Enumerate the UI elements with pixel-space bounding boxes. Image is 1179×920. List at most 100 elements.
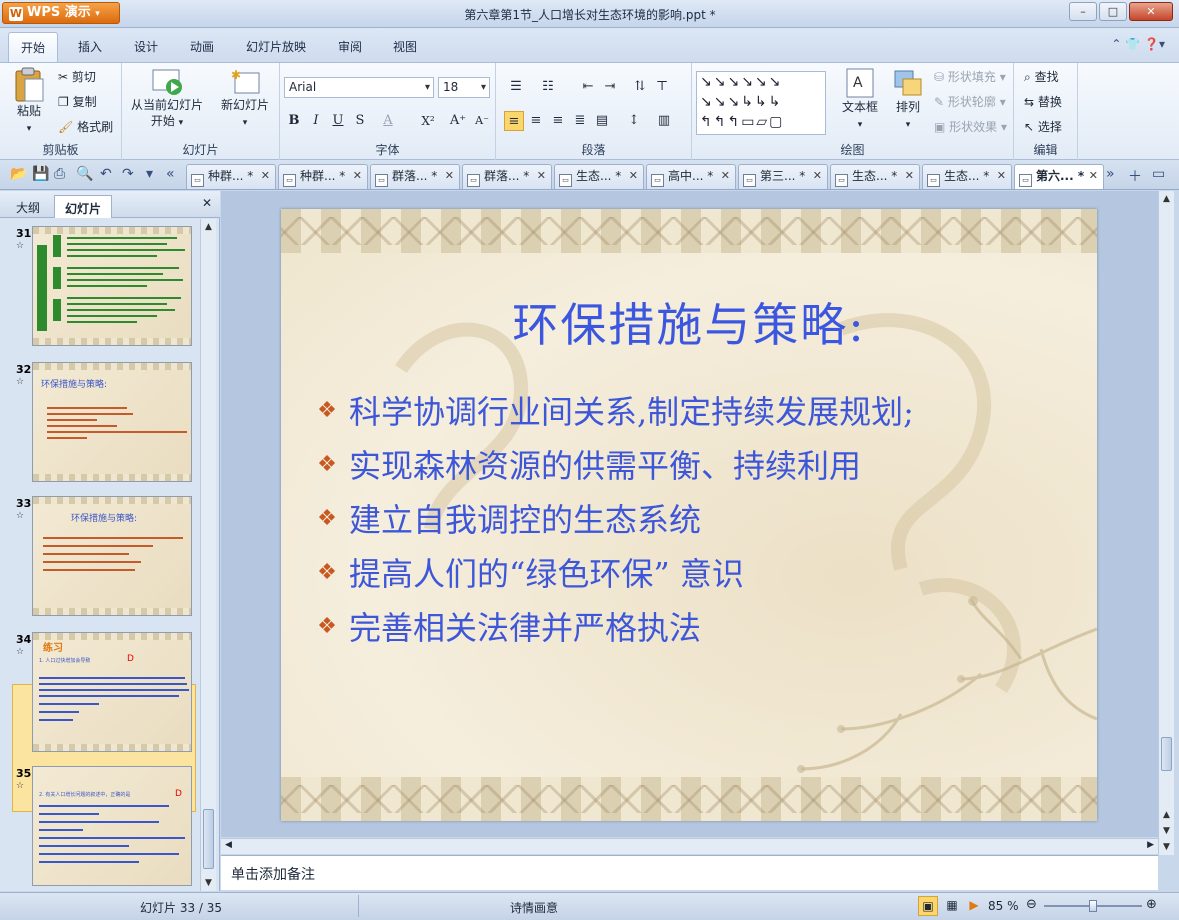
close-pane-icon[interactable]: ✕ (202, 196, 212, 210)
line-spacing-button[interactable]: ↕ (624, 111, 644, 131)
new-tab-icon[interactable]: ＋ (1128, 166, 1142, 186)
zoom-slider-thumb[interactable] (1089, 900, 1097, 912)
numbering-button[interactable]: ☷ (538, 77, 558, 97)
doc-tab[interactable]: ▭ 第三... * ✕ (738, 164, 828, 189)
slide-horizontal-scrollbar[interactable]: ◀ ▶ (221, 838, 1158, 854)
format-painter-button[interactable]: 🖌 格式刷 (58, 117, 113, 137)
close-tab-icon[interactable]: ✕ (721, 165, 730, 187)
close-tab-icon[interactable]: ✕ (537, 165, 546, 187)
slideshow-button[interactable]: ▶ (964, 896, 984, 916)
justify-button[interactable]: ≣ (570, 111, 590, 131)
notes-area[interactable]: 单击添加备注 (221, 855, 1158, 890)
font-color-button[interactable]: A (378, 111, 398, 131)
tab-outline[interactable]: 大纲 (6, 195, 50, 218)
slide-thumbnail[interactable]: 2. 有关人口增长问题的叙述中，正确的是 D (32, 766, 192, 886)
ribbon-help-icons[interactable]: ⌃ 👕 ❓▾ (1111, 37, 1165, 51)
select-button[interactable]: ↖ 选择 (1024, 117, 1062, 137)
copy-button[interactable]: ❐ 复制 (58, 92, 97, 112)
shadow-button[interactable]: S (350, 111, 370, 131)
grow-font-button[interactable]: A⁺ (448, 111, 468, 131)
minimize-button[interactable]: – (1069, 2, 1097, 21)
align-right-button[interactable]: ≡ (548, 111, 568, 131)
shape-outline-button[interactable]: ✎ 形状轮廓 ▾ (934, 92, 1006, 112)
slide-title[interactable]: 环保措施与策略: (281, 289, 1097, 355)
bullets-button[interactable]: ☰ (506, 77, 526, 97)
doc-tab[interactable]: ▭ 群落... * ✕ (462, 164, 552, 189)
replace-button[interactable]: ⇆ 替换 (1024, 92, 1062, 112)
tab-list-icon[interactable]: ▭ (1152, 166, 1165, 182)
slide-thumbnail-selected[interactable]: 环保措施与策略: (32, 496, 192, 616)
text-direction-button[interactable]: ⇅ (630, 77, 650, 97)
zoom-slider[interactable] (1044, 900, 1142, 912)
close-tab-icon[interactable]: ✕ (445, 165, 454, 187)
close-tab-icon[interactable]: ✕ (997, 165, 1006, 187)
doc-tab[interactable]: ▭ 群落... * ✕ (370, 164, 460, 189)
decrease-indent-button[interactable]: ⇤ (578, 77, 598, 97)
tab-insert[interactable]: 插入 (78, 38, 102, 55)
scroll-right-icon[interactable]: ▶ (1147, 840, 1154, 850)
distribute-button[interactable]: ▤ (592, 111, 612, 131)
underline-button[interactable]: U (328, 111, 348, 131)
shape-fill-button[interactable]: ⛁ 形状填充 ▾ (934, 67, 1006, 87)
undo-icon[interactable]: ↶ (100, 166, 112, 182)
tab-animation[interactable]: 动画 (190, 38, 214, 55)
shape-effect-button[interactable]: ▣ 形状效果 ▾ (934, 117, 1007, 137)
textbox-button[interactable]: A 文本框 ▾ (834, 67, 886, 133)
doc-tab-active[interactable]: ▭ 第六... * ✕ (1014, 164, 1104, 189)
tab-slides[interactable]: 幻灯片 (54, 195, 113, 218)
customize-icon[interactable]: ▾ (146, 166, 153, 182)
save-icon[interactable]: 💾 (32, 166, 49, 182)
close-tab-icon[interactable]: ✕ (905, 165, 914, 187)
tabs-right-icon[interactable]: » (1106, 166, 1115, 182)
font-name-select[interactable]: Arial (284, 77, 434, 98)
font-size-select[interactable]: 18 (438, 77, 490, 98)
slides-pane-scrollbar[interactable]: ▲ ▼ (200, 219, 216, 891)
zoom-out-button[interactable]: ⊖ (1026, 897, 1037, 912)
doc-tab[interactable]: ▭ 生态... * ✕ (922, 164, 1012, 189)
paste-button[interactable]: 粘贴 ▾ (6, 67, 52, 137)
doc-tab[interactable]: ▭ 高中... * ✕ (646, 164, 736, 189)
arrange-button[interactable]: 排列 ▾ (888, 67, 928, 133)
tab-review[interactable]: 审阅 (338, 38, 362, 55)
print-preview-icon[interactable]: 🔍 (76, 166, 93, 182)
columns-button[interactable]: ▥ (654, 111, 674, 131)
align-center-button[interactable]: ≡ (526, 111, 546, 131)
print-icon[interactable]: ⎙ (54, 166, 65, 182)
play-from-current-button[interactable]: 从当前幻灯片 开始 ▾ (126, 67, 208, 131)
align-left-button[interactable]: ≡ (504, 111, 524, 131)
doc-tab[interactable]: ▭ 生态... * ✕ (830, 164, 920, 189)
close-tab-icon[interactable]: ✕ (1089, 165, 1098, 187)
maximize-button[interactable]: □ (1099, 2, 1127, 21)
italic-button[interactable]: I (306, 111, 326, 131)
scroll-left-icon[interactable]: ◀ (225, 840, 232, 850)
slide-thumbnail[interactable] (32, 226, 192, 346)
tab-design[interactable]: 设计 (134, 38, 158, 55)
increase-indent-button[interactable]: ⇥ (600, 77, 620, 97)
slide-thumbnail[interactable]: 环保措施与策略: (32, 362, 192, 482)
shapes-gallery[interactable]: ↘↘↘↘↘↘ ↘↘↘↳↳↳ ↰↰↰▭▱▢ (696, 71, 826, 135)
slide-scroll-thumb[interactable] (1161, 737, 1172, 771)
close-tab-icon[interactable]: ✕ (353, 165, 362, 187)
close-button[interactable]: ✕ (1129, 2, 1173, 21)
normal-view-button[interactable]: ▣ (918, 896, 938, 916)
wps-menu-button[interactable]: W WPS 演示 ▾ (2, 2, 120, 24)
close-tab-icon[interactable]: ✕ (629, 165, 638, 187)
doc-tab[interactable]: ▭ 生态... * ✕ (554, 164, 644, 189)
slide-sorter-button[interactable]: ▦ (942, 896, 962, 916)
tab-home[interactable]: 开始 (8, 32, 59, 62)
zoom-in-button[interactable]: ⊕ (1146, 897, 1157, 912)
align-text-button[interactable]: ⊤ (652, 77, 672, 97)
close-tab-icon[interactable]: ✕ (261, 165, 270, 187)
slide-body[interactable]: ❖ 科学协调行业间关系,制定持续发展规划; ❖ 实现森林资源的供需平衡、持续利用 ❖… (317, 383, 914, 653)
slide-vertical-scrollbar[interactable]: ▲ ▲ ▼ ▼ (1158, 191, 1174, 855)
bold-button[interactable]: B (284, 111, 304, 131)
doc-tab[interactable]: ▭ 种群... * ✕ (278, 164, 368, 189)
tab-view[interactable]: 视图 (393, 38, 417, 55)
open-icon[interactable]: 📂 (10, 166, 27, 182)
current-slide[interactable]: 环保措施与策略: ❖ 科学协调行业间关系,制定持续发展规划; ❖ 实现森林资源的供需… (281, 209, 1097, 821)
tab-slideshow[interactable]: 幻灯片放映 (246, 38, 306, 55)
close-tab-icon[interactable]: ✕ (813, 165, 822, 187)
new-slide-button[interactable]: ✱ 新幻灯片 ▾ (216, 67, 274, 131)
doc-tab[interactable]: ▭ 种群... * ✕ (186, 164, 276, 189)
slides-pane-scroll-thumb[interactable] (203, 809, 214, 869)
